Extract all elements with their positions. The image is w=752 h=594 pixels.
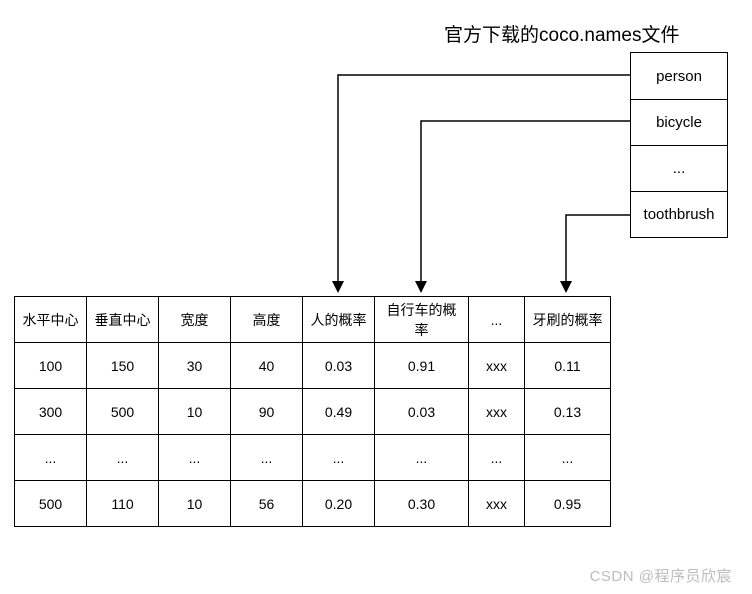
cell: 10 bbox=[159, 481, 231, 527]
cell: ... bbox=[525, 435, 611, 481]
table-header-row: 水平中心 垂直中心 宽度 高度 人的概率 自行车的概率 ... 牙刷的概率 bbox=[15, 297, 611, 343]
col-x-center: 水平中心 bbox=[15, 297, 87, 343]
cell: 56 bbox=[231, 481, 303, 527]
coco-item: ... bbox=[631, 145, 727, 191]
col-person-prob: 人的概率 bbox=[303, 297, 375, 343]
coco-item: bicycle bbox=[631, 99, 727, 145]
cell: 100 bbox=[15, 343, 87, 389]
cell: 0.03 bbox=[375, 389, 469, 435]
cell: 110 bbox=[87, 481, 159, 527]
cell: ... bbox=[159, 435, 231, 481]
col-width: 宽度 bbox=[159, 297, 231, 343]
detection-table: 水平中心 垂直中心 宽度 高度 人的概率 自行车的概率 ... 牙刷的概率 10… bbox=[14, 296, 611, 527]
col-bicycle-prob: 自行车的概率 bbox=[375, 297, 469, 343]
cell: ... bbox=[303, 435, 375, 481]
cell: ... bbox=[375, 435, 469, 481]
cell: 0.03 bbox=[303, 343, 375, 389]
col-toothbrush-prob: 牙刷的概率 bbox=[525, 297, 611, 343]
cell: ... bbox=[231, 435, 303, 481]
cell: 0.49 bbox=[303, 389, 375, 435]
cell: 0.30 bbox=[375, 481, 469, 527]
col-height: 高度 bbox=[231, 297, 303, 343]
cell: 0.20 bbox=[303, 481, 375, 527]
cell: ... bbox=[87, 435, 159, 481]
cell: ... bbox=[469, 435, 525, 481]
cell: 30 bbox=[159, 343, 231, 389]
watermark: CSDN @程序员欣宸 bbox=[590, 565, 732, 586]
col-y-center: 垂直中心 bbox=[87, 297, 159, 343]
cell: 90 bbox=[231, 389, 303, 435]
col-ellipsis: ... bbox=[469, 297, 525, 343]
cell: 0.95 bbox=[525, 481, 611, 527]
cell: xxx bbox=[469, 389, 525, 435]
cell: 300 bbox=[15, 389, 87, 435]
coco-names-list: person bicycle ... toothbrush bbox=[630, 52, 728, 238]
cell: 0.11 bbox=[525, 343, 611, 389]
table-row: 100 150 30 40 0.03 0.91 xxx 0.11 bbox=[15, 343, 611, 389]
cell: xxx bbox=[469, 343, 525, 389]
cell: 40 bbox=[231, 343, 303, 389]
table-row: ... ... ... ... ... ... ... ... bbox=[15, 435, 611, 481]
cell: 150 bbox=[87, 343, 159, 389]
cell: 0.91 bbox=[375, 343, 469, 389]
table-row: 300 500 10 90 0.49 0.03 xxx 0.13 bbox=[15, 389, 611, 435]
table-row: 500 110 10 56 0.20 0.30 xxx 0.95 bbox=[15, 481, 611, 527]
cell: 10 bbox=[159, 389, 231, 435]
cell: 500 bbox=[87, 389, 159, 435]
cell: 500 bbox=[15, 481, 87, 527]
diagram-title: 官方下载的coco.names文件 bbox=[444, 20, 679, 47]
coco-item: toothbrush bbox=[631, 191, 727, 237]
coco-item: person bbox=[631, 53, 727, 99]
cell: xxx bbox=[469, 481, 525, 527]
cell: 0.13 bbox=[525, 389, 611, 435]
cell: ... bbox=[15, 435, 87, 481]
